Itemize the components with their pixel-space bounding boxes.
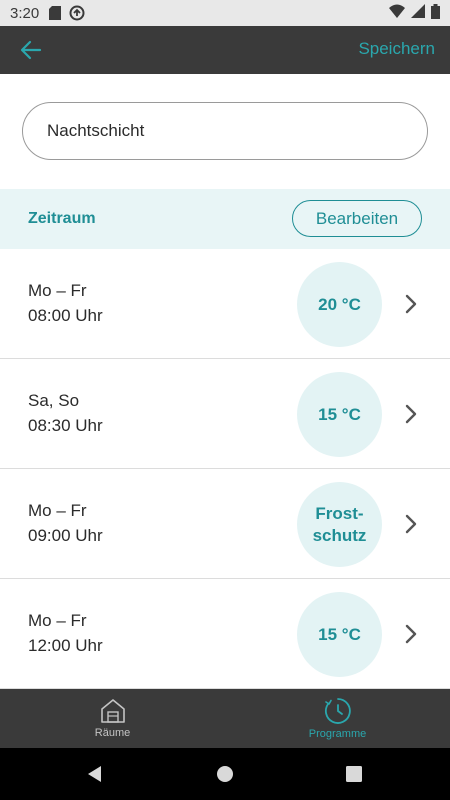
schedule-list: Mo – Fr 08:00 Uhr 20 °C Sa, So 08:30 Uhr… <box>0 249 450 689</box>
arrow-left-icon <box>20 40 42 60</box>
nav-programs[interactable]: Programme <box>225 689 450 748</box>
schedule-time: 09:00 Uhr <box>28 526 103 545</box>
chevron-right-icon <box>405 624 417 644</box>
sync-icon <box>69 5 85 21</box>
schedule-row[interactable]: Mo – Fr 12:00 Uhr 15 °C <box>0 579 450 689</box>
temperature-badge: 15 °C <box>297 372 382 457</box>
edit-button[interactable]: Bearbeiten <box>292 200 422 237</box>
schedule-days: Mo – Fr <box>28 281 87 300</box>
schedule-time: 08:00 Uhr <box>28 306 103 325</box>
schedule-days: Sa, So <box>28 391 80 410</box>
system-back-icon[interactable] <box>86 765 102 783</box>
schedule-row[interactable]: Mo – Fr 08:00 Uhr 20 °C <box>0 249 450 359</box>
house-icon <box>100 699 125 723</box>
status-time: 3:20 <box>10 4 40 22</box>
schedule-time: 08:30 Uhr <box>28 416 103 435</box>
system-home-icon[interactable] <box>216 765 234 783</box>
nav-rooms[interactable]: Räume <box>0 689 225 748</box>
period-section-header: Zeitraum Bearbeiten <box>0 189 450 249</box>
wifi-icon <box>389 4 405 22</box>
chevron-right-icon <box>405 404 417 424</box>
bottom-navigation: Räume Programme <box>0 689 450 748</box>
schedule-time: 12:00 Uhr <box>28 636 103 655</box>
status-bar: 3:20 <box>0 0 450 26</box>
chevron-right-icon <box>405 514 417 534</box>
battery-icon <box>431 3 440 23</box>
app-bar: Speichern <box>0 26 450 74</box>
temperature-badge: 20 °C <box>297 262 382 347</box>
chevron-right-icon <box>405 294 417 314</box>
clock-icon <box>324 698 351 724</box>
back-button[interactable] <box>18 38 44 62</box>
nav-programs-label: Programme <box>308 728 367 740</box>
nav-rooms-label: Räume <box>94 727 131 739</box>
schedule-row[interactable]: Sa, So 08:30 Uhr 15 °C <box>0 359 450 469</box>
system-recents-icon[interactable] <box>346 766 362 782</box>
temperature-badge: Frost- schutz <box>297 482 382 567</box>
sd-card-icon <box>49 6 62 20</box>
section-title: Zeitraum <box>28 210 96 227</box>
temperature-badge: 15 °C <box>297 592 382 677</box>
schedule-row[interactable]: Mo – Fr 09:00 Uhr Frost- schutz <box>0 469 450 579</box>
system-navigation-bar <box>0 748 450 800</box>
program-name-input[interactable]: Nachtschicht <box>22 102 428 160</box>
save-button[interactable]: Speichern <box>358 39 435 59</box>
cellular-signal-icon <box>411 4 425 22</box>
schedule-days: Mo – Fr <box>28 611 87 630</box>
schedule-days: Mo – Fr <box>28 501 87 520</box>
